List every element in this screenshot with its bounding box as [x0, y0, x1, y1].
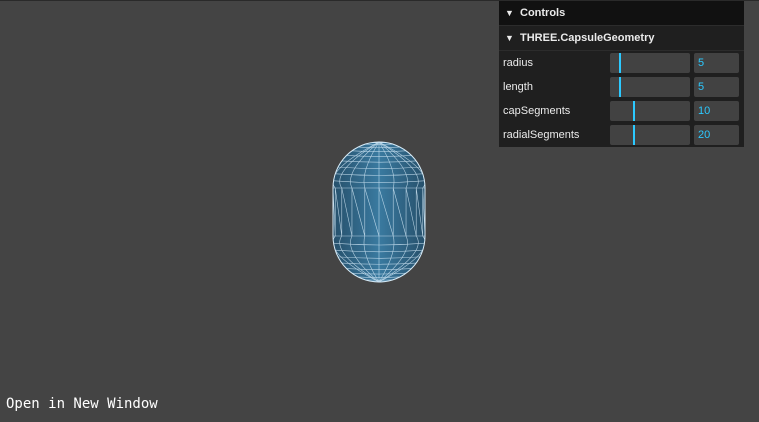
length-slider[interactable] [610, 77, 690, 97]
param-row-length: length 5 [499, 75, 744, 99]
folder-title: THREE.CapsuleGeometry [520, 32, 654, 44]
radius-slider[interactable] [610, 53, 690, 73]
param-label: radius [503, 57, 610, 69]
radius-input[interactable]: 5 [694, 53, 739, 73]
chevron-down-icon: ▼ [505, 8, 515, 18]
folder-title-bar[interactable]: ▼ THREE.CapsuleGeometry [499, 25, 744, 51]
param-row-capsegments: capSegments 10 [499, 99, 744, 123]
param-row-radialsegments: radialSegments 20 [499, 123, 744, 147]
param-label: length [503, 81, 610, 93]
slider-thumb[interactable] [633, 125, 635, 145]
radialsegments-input[interactable]: 20 [694, 125, 739, 145]
chevron-down-icon: ▼ [505, 33, 515, 43]
controls-title: Controls [520, 7, 565, 19]
param-row-radius: radius 5 [499, 51, 744, 75]
capsegments-input[interactable]: 10 [694, 101, 739, 121]
slider-thumb[interactable] [619, 53, 621, 73]
slider-thumb[interactable] [633, 101, 635, 121]
radialsegments-slider[interactable] [610, 125, 690, 145]
length-input[interactable]: 5 [694, 77, 739, 97]
controls-title-bar[interactable]: ▼ Controls [499, 1, 744, 25]
param-label: capSegments [503, 105, 610, 117]
open-in-new-window-link[interactable]: Open in New Window [6, 396, 158, 412]
slider-thumb[interactable] [619, 77, 621, 97]
capsegments-slider[interactable] [610, 101, 690, 121]
controls-panel: ▼ Controls ▼ THREE.CapsuleGeometry radiu… [499, 1, 744, 147]
param-label: radialSegments [503, 129, 610, 141]
